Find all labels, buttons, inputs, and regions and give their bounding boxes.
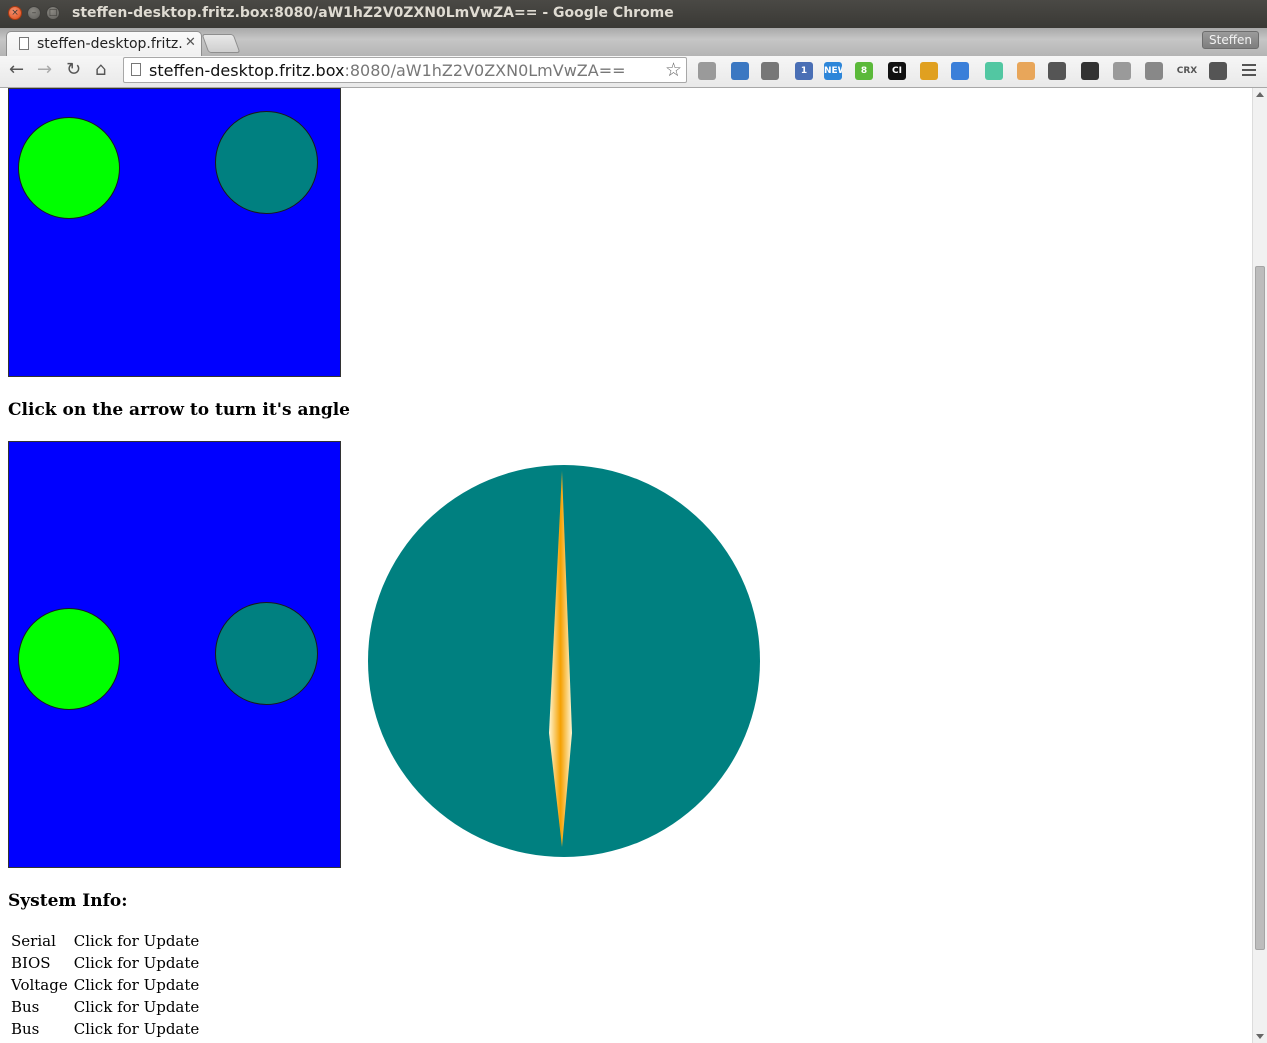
address-bar[interactable]: steffen-desktop.fritz.box:8080/aW1hZ2V0Z… [123, 57, 687, 83]
green-circle[interactable] [18, 608, 120, 710]
face-icon[interactable] [1017, 62, 1035, 80]
scrollbar-thumb[interactable] [1255, 266, 1265, 950]
info-update-link[interactable]: Click for Update [71, 952, 203, 974]
tab-strip: steffen-desktop.fritz.box:8080/aW1hZ2V0Z… [0, 28, 1267, 56]
scroll-down-arrow-icon[interactable] [1256, 1034, 1264, 1039]
cast-icon[interactable] [761, 62, 779, 80]
arrow-dial[interactable] [366, 463, 762, 859]
tab-title: steffen-desktop.fritz.box:8080/aW1hZ2V0Z… [37, 36, 183, 52]
new-arrow-icon[interactable]: NEW [824, 62, 842, 80]
system-info-heading: System Info: [8, 891, 128, 911]
url-text[interactable]: steffen-desktop.fritz.box:8080/aW1hZ2V0Z… [149, 61, 626, 80]
music-note-icon[interactable] [731, 62, 749, 80]
teal-circle[interactable] [215, 602, 318, 705]
close-icon[interactable]: ✕ [185, 35, 196, 50]
forward-arrow-icon[interactable]: → [37, 60, 52, 80]
info-key: Voltage [11, 976, 68, 994]
ci-icon[interactable]: CI [888, 62, 906, 80]
circles-canvas-bottom[interactable] [8, 441, 341, 868]
megaphone-icon[interactable] [951, 62, 969, 80]
page-icon [131, 63, 141, 76]
window-title: steffen-desktop.fritz.box:8080/aW1hZ2V0Z… [72, 5, 674, 21]
page-icon [19, 37, 29, 50]
system-info-table: Serial Click for Update BIOS Click for Upda… [8, 930, 202, 1040]
info-key: Bus [11, 998, 40, 1016]
list-badge-icon[interactable]: 1 [795, 62, 813, 80]
info-key: Bus [11, 1020, 40, 1038]
info-update-link[interactable]: Click for Update [71, 930, 203, 952]
circles-canvas-top[interactable] [8, 88, 341, 377]
table-row: Bus Click for Update [8, 996, 202, 1018]
info-update-link[interactable]: Click for Update [71, 996, 203, 1018]
table-row: Serial Click for Update [8, 930, 202, 952]
crx-icon[interactable]: CRX [1176, 62, 1198, 80]
donut-icon[interactable] [920, 62, 938, 80]
reload-icon[interactable]: ↻ [66, 60, 81, 80]
page-viewport: Click on the arrow to turn it's angle Sy… [0, 88, 1252, 1043]
hamburger-menu-icon[interactable] [1242, 62, 1256, 79]
scroll-up-arrow-icon[interactable] [1256, 92, 1264, 97]
info-update-link[interactable]: Click for Update [71, 1018, 203, 1040]
qr-code-icon[interactable] [1081, 62, 1099, 80]
table-row: Voltage Click for Update [8, 974, 202, 996]
dash-box-icon[interactable] [1048, 62, 1066, 80]
browser-toolbar: ← → ↻ ⌂ steffen-desktop.fritz.box:8080/a… [0, 56, 1267, 88]
vertical-scrollbar[interactable] [1252, 88, 1267, 1043]
window-titlebar: × – □ steffen-desktop.fritz.box:8080/aW1… [0, 0, 1267, 28]
table-row: Bus Click for Update [8, 1018, 202, 1040]
waveform-icon[interactable] [985, 62, 1003, 80]
arrow-instruction-heading: Click on the arrow to turn it's angle [8, 400, 350, 420]
new-tab-button[interactable] [201, 34, 241, 53]
window-close-button[interactable]: × [8, 6, 22, 20]
url-host: steffen-desktop.fritz.box [149, 61, 345, 80]
tab-active[interactable]: steffen-desktop.fritz.box:8080/aW1hZ2V0Z… [6, 31, 202, 56]
lock-icon[interactable] [1145, 62, 1163, 80]
info-key: BIOS [11, 954, 51, 972]
green-8-icon[interactable]: 8 [855, 62, 873, 80]
home-icon[interactable]: ⌂ [95, 60, 106, 80]
info-key: Serial [11, 932, 56, 950]
window-minimize-button[interactable]: – [27, 6, 41, 20]
info-update-link[interactable]: Click for Update [71, 974, 203, 996]
bell-icon[interactable] [698, 62, 716, 80]
shield-icon[interactable] [1209, 62, 1227, 80]
teal-circle[interactable] [215, 111, 318, 214]
bookmark-star-icon[interactable]: ☆ [665, 59, 682, 81]
url-path: :8080/aW1hZ2V0ZXN0LmVwZA== [344, 61, 626, 80]
green-circle[interactable] [18, 117, 120, 219]
puzzle-icon[interactable] [1113, 62, 1131, 80]
profile-button[interactable]: Steffen [1202, 31, 1259, 49]
back-arrow-icon[interactable]: ← [9, 60, 24, 80]
table-row: BIOS Click for Update [8, 952, 202, 974]
window-maximize-button[interactable]: □ [46, 6, 60, 20]
